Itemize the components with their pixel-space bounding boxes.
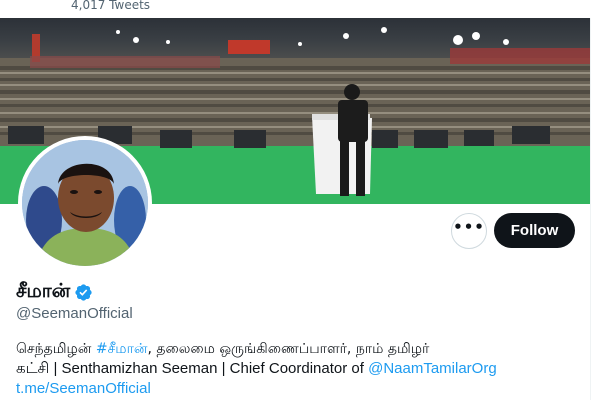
bio-mention-link[interactable]: @NaamTamilarOrg [368, 360, 497, 377]
bio-text: செந்தமிழன் [16, 341, 96, 357]
top-bar: 4,017 Tweets [0, 0, 600, 18]
more-options-button[interactable]: ••• [451, 213, 487, 249]
follow-button[interactable]: Follow [494, 213, 575, 248]
name-row: சீமான் [16, 280, 93, 305]
handle: @SeemanOfficial [16, 305, 133, 322]
display-name: சீமான் [16, 280, 71, 302]
avatar-photo [22, 140, 148, 266]
bio-hashtag-link[interactable]: #சீமான் [96, 341, 148, 357]
right-edge [590, 18, 600, 400]
avatar[interactable] [18, 136, 152, 270]
more-dots-icon: ••• [453, 217, 485, 236]
verified-badge-icon[interactable] [74, 283, 93, 302]
profile-bio: செந்தமிழன் #சீமான், தலைமை ஒருங்கிணைப்பாள… [16, 340, 586, 399]
tweet-count: 4,017 Tweets [71, 0, 151, 12]
bio-text: கட்சி | Senthamizhan Seeman | Chief Coor… [16, 360, 369, 377]
bio-text: , தலைமை ஒருங்கிணைப்பாளர், நாம் தமிழர் [147, 341, 430, 357]
bio-url-link[interactable]: t.me/SeemanOfficial [16, 380, 151, 397]
